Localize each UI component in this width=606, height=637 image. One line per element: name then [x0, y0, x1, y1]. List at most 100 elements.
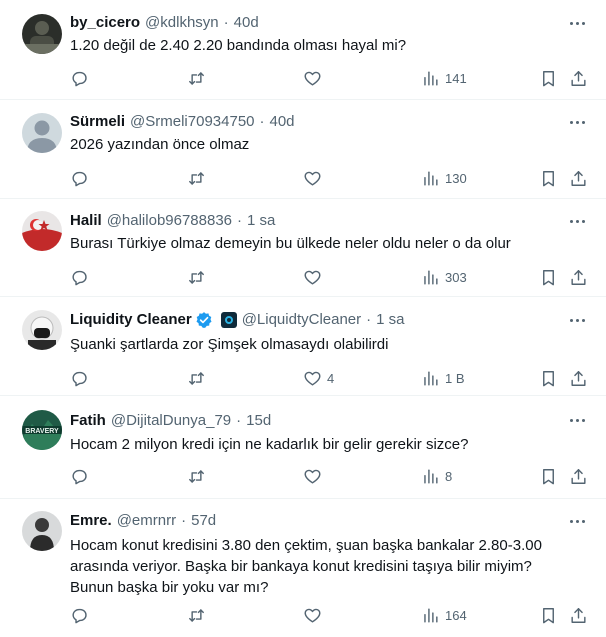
views-icon — [421, 467, 440, 486]
like-button[interactable] — [303, 464, 327, 488]
author-name[interactable]: Liquidity Cleaner — [70, 310, 192, 330]
author-name[interactable]: Fatih — [70, 411, 106, 431]
reply-icon — [70, 606, 89, 625]
share-button[interactable] — [569, 66, 588, 90]
avatar[interactable] — [22, 211, 62, 251]
reply-button[interactable] — [70, 464, 89, 488]
bookmark-button[interactable] — [539, 464, 558, 488]
author-handle[interactable]: @Srmeli70934750 — [130, 112, 254, 132]
timestamp[interactable]: 40d — [234, 13, 259, 33]
bookmark-button[interactable] — [539, 66, 558, 90]
author-name[interactable]: Sürmeli — [70, 112, 125, 132]
more-options-icon[interactable] — [566, 411, 588, 429]
share-button[interactable] — [569, 603, 588, 627]
author-handle[interactable]: @emrnrr — [117, 511, 176, 531]
reply-icon — [70, 169, 89, 188]
more-options-icon[interactable] — [566, 212, 588, 230]
author-handle[interactable]: @halilob96788836 — [107, 211, 232, 231]
reply-icon — [70, 467, 89, 486]
like-button[interactable] — [303, 166, 327, 190]
bookmark-button[interactable] — [539, 603, 558, 627]
timestamp[interactable]: 40d — [270, 112, 295, 132]
separator-dot: · — [236, 412, 242, 429]
share-button[interactable] — [569, 464, 588, 488]
views-button[interactable]: 1 B — [421, 366, 465, 390]
view-count: 303 — [445, 269, 467, 285]
share-button[interactable] — [569, 366, 588, 390]
share-icon — [569, 169, 588, 188]
avatar[interactable]: BRAVERY — [22, 410, 62, 450]
retweet-button[interactable] — [187, 603, 206, 627]
reply-button[interactable] — [70, 66, 89, 90]
bookmark-button[interactable] — [539, 366, 558, 390]
author-handle[interactable]: @kdlkhsyn — [145, 13, 219, 33]
reply-feed: by_cicero @kdlkhsyn · 40d 1.20 değil de … — [0, 0, 606, 637]
more-options-icon[interactable] — [566, 311, 588, 329]
avatar[interactable] — [22, 511, 62, 551]
views-icon — [421, 606, 440, 625]
view-count: 164 — [445, 607, 467, 623]
avatar[interactable] — [22, 14, 62, 54]
affiliate-badge-icon[interactable] — [220, 312, 237, 328]
reply-icon — [70, 268, 89, 287]
bookmark-button[interactable] — [539, 265, 558, 289]
bookmark-button[interactable] — [539, 166, 558, 190]
retweet-icon — [187, 606, 206, 625]
share-button[interactable] — [569, 265, 588, 289]
retweet-button[interactable] — [187, 464, 206, 488]
avatar[interactable] — [22, 113, 62, 153]
retweet-button[interactable] — [187, 166, 206, 190]
more-options-icon[interactable] — [566, 14, 588, 32]
tweet-text: Hocam 2 milyon kredi için ne kadarlık bi… — [70, 436, 469, 453]
reply-button[interactable] — [70, 166, 89, 190]
tweet-3[interactable]: Halil @halilob96788836 · 1 sa Burası Tür… — [0, 199, 606, 297]
views-button[interactable]: 164 — [421, 603, 467, 627]
retweet-button[interactable] — [187, 265, 206, 289]
timestamp[interactable]: 15d — [246, 411, 271, 431]
author-name[interactable]: Emre. — [70, 511, 112, 531]
author-name[interactable]: Halil — [70, 211, 102, 231]
retweet-button[interactable] — [187, 366, 206, 390]
like-button[interactable] — [303, 265, 327, 289]
tweet-text: Burası Türkiye olmaz demeyin bu ülkede n… — [70, 235, 511, 252]
like-button[interactable] — [303, 603, 327, 627]
retweet-icon — [187, 69, 206, 88]
like-button[interactable]: 4 — [303, 366, 334, 390]
tweet-4[interactable]: Liquidity Cleaner @LiquidtyCleaner · 1 s… — [0, 297, 606, 396]
more-options-icon[interactable] — [566, 512, 588, 530]
author-handle[interactable]: @DijitalDunya_79 — [111, 411, 231, 431]
views-button[interactable]: 8 — [421, 464, 452, 488]
share-icon — [569, 467, 588, 486]
tweet-2[interactable]: Sürmeli @Srmeli70934750 · 40d 2026 yazın… — [0, 100, 606, 199]
tweet-header: Emre. @emrnrr · 57d — [70, 511, 216, 531]
tweet-6[interactable]: Emre. @emrnrr · 57d Hocam konut kredisin… — [0, 499, 606, 637]
tweet-5[interactable]: BRAVERY Fatih @DijitalDunya_79 · 15d Hoc… — [0, 396, 606, 499]
like-icon — [303, 369, 322, 388]
reply-button[interactable] — [70, 265, 89, 289]
bookmark-icon — [539, 369, 558, 388]
author-handle[interactable]: @LiquidtyCleaner — [242, 310, 361, 330]
reply-button[interactable] — [70, 366, 89, 390]
like-button[interactable] — [303, 66, 327, 90]
tweet-1[interactable]: by_cicero @kdlkhsyn · 40d 1.20 değil de … — [0, 0, 606, 100]
timestamp[interactable]: 57d — [191, 511, 216, 531]
reply-button[interactable] — [70, 603, 89, 627]
like-icon — [303, 467, 322, 486]
view-count: 130 — [445, 170, 467, 186]
views-button[interactable]: 141 — [421, 66, 467, 90]
view-count: 141 — [445, 70, 467, 86]
avatar[interactable] — [22, 310, 62, 350]
like-icon — [303, 169, 322, 188]
timestamp[interactable]: 1 sa — [376, 310, 404, 330]
more-options-icon[interactable] — [566, 113, 588, 131]
verified-badge-icon — [196, 312, 212, 328]
views-button[interactable]: 130 — [421, 166, 467, 190]
timestamp[interactable]: 1 sa — [247, 211, 275, 231]
retweet-button[interactable] — [187, 66, 206, 90]
bookmark-icon — [539, 268, 558, 287]
views-button[interactable]: 303 — [421, 265, 467, 289]
retweet-icon — [187, 169, 206, 188]
share-button[interactable] — [569, 166, 588, 190]
like-icon — [303, 69, 322, 88]
author-name[interactable]: by_cicero — [70, 13, 140, 33]
